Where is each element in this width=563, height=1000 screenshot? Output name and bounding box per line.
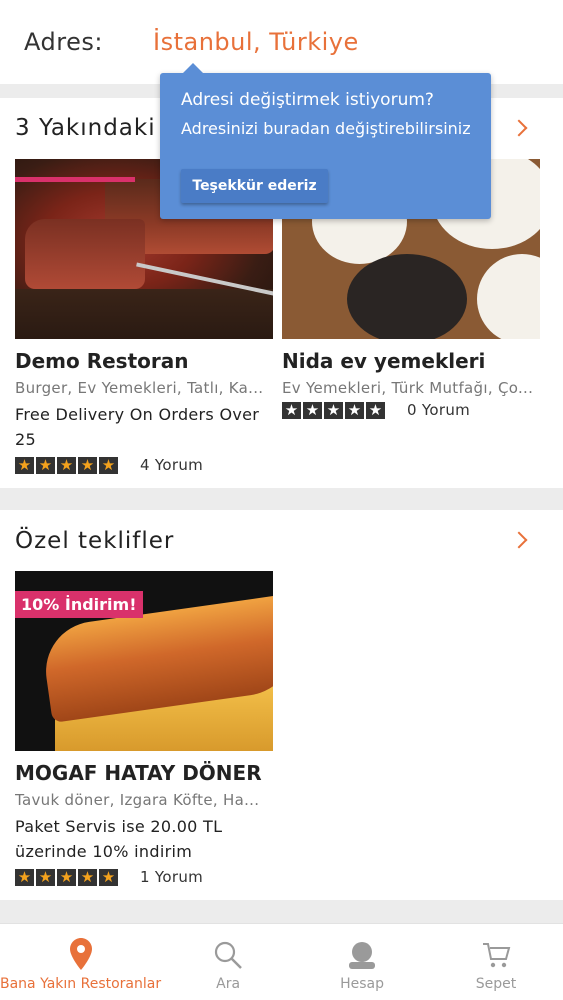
location-pin-icon [69, 938, 92, 970]
address-value[interactable]: İstanbul, Türkiye [153, 28, 359, 56]
tooltip-arrow [182, 63, 204, 74]
restaurant-rating: ★ ★ ★ ★ ★ 4 Yorum [15, 456, 273, 474]
restaurant-tags: Tavuk döner, Izgara Köfte, Ha... [15, 791, 260, 809]
tooltip-thanks-button[interactable]: Teşekkür ederiz [181, 169, 328, 203]
review-count: 1 Yorum [140, 868, 204, 886]
discount-badge: 10% İndirim! [15, 591, 143, 618]
nearby-chevron-right-icon[interactable] [510, 119, 528, 137]
star-icon: ★ [78, 868, 97, 886]
restaurant-image: 10% İndirim! [15, 571, 273, 751]
tooltip-title: Adresi değiştirmek istiyorum? [181, 90, 434, 110]
tooltip-text: Adresinizi buradan değiştirebilirsiniz [181, 119, 471, 138]
star-icon: ★ [15, 868, 34, 886]
tab-label: Sepet [475, 976, 517, 992]
promo-strip [15, 177, 135, 182]
star-icon: ★ [15, 456, 34, 474]
restaurant-tags: Ev Yemekleri, Türk Mutfağı, Ço... [282, 379, 534, 397]
star-icon: ★ [36, 868, 55, 886]
star-icon: ★ [282, 401, 301, 419]
star-icon: ★ [78, 456, 97, 474]
address-tooltip: Adresi değiştirmek istiyorum? Adresinizi… [160, 63, 491, 219]
cart-icon [483, 943, 511, 968]
tab-label: Bana Yakın Restoranlar [0, 976, 162, 992]
star-icon: ★ [366, 401, 385, 419]
star-icon: ★ [57, 456, 76, 474]
offers-title: Özel teklifler [15, 528, 175, 554]
star-icon: ★ [99, 868, 118, 886]
restaurant-name: Demo Restoran [15, 349, 189, 373]
star-rating: ★ ★ ★ ★ ★ [15, 456, 118, 474]
bottom-tab-bar: Bana Yakın Restoranlar Ara Hesap Sepet [0, 923, 563, 1000]
review-count: 0 Yorum [407, 401, 471, 419]
star-icon: ★ [324, 401, 343, 419]
restaurant-rating: ★ ★ ★ ★ ★ 0 Yorum [282, 401, 540, 419]
restaurant-promo: Free Delivery On Orders Over 25 [15, 405, 260, 449]
nearby-title: 3 Yakındaki [15, 115, 156, 141]
restaurant-name: Nida ev yemekleri [282, 349, 486, 373]
tab-cart[interactable]: Sepet [429, 924, 563, 1000]
search-icon [214, 941, 242, 969]
address-header[interactable]: Adres: İstanbul, Türkiye [0, 0, 563, 84]
star-rating: ★ ★ ★ ★ ★ [15, 868, 118, 886]
address-label: Adres: [24, 28, 103, 56]
star-icon: ★ [303, 401, 322, 419]
tab-search[interactable]: Ara [161, 924, 295, 1000]
star-icon: ★ [99, 456, 118, 474]
restaurant-name: MOGAF HATAY DÖNER [15, 761, 262, 785]
star-icon: ★ [57, 868, 76, 886]
offers-chevron-right-icon[interactable] [510, 531, 528, 549]
restaurant-rating: ★ ★ ★ ★ ★ 1 Yorum [15, 868, 273, 886]
restaurant-tags: Burger, Ev Yemekleri, Tatlı, Ka... [15, 379, 264, 397]
tab-nearby-restaurants[interactable]: Bana Yakın Restoranlar [0, 924, 161, 1000]
star-rating: ★ ★ ★ ★ ★ [282, 401, 385, 419]
star-icon: ★ [345, 401, 364, 419]
offers-section: Özel teklifler 10% İndirim! MOGAF HATAY … [0, 510, 563, 900]
user-icon [349, 942, 376, 969]
tab-label: Hesap [340, 976, 385, 992]
tab-label: Ara [216, 976, 241, 992]
restaurant-card-mogaf[interactable]: 10% İndirim! MOGAF HATAY DÖNER Tavuk dön… [15, 571, 273, 886]
star-icon: ★ [36, 456, 55, 474]
restaurant-promo: Paket Servis ise 20.00 TL üzerinde 10% i… [15, 817, 223, 861]
review-count: 4 Yorum [140, 456, 204, 474]
tab-account[interactable]: Hesap [295, 924, 429, 1000]
